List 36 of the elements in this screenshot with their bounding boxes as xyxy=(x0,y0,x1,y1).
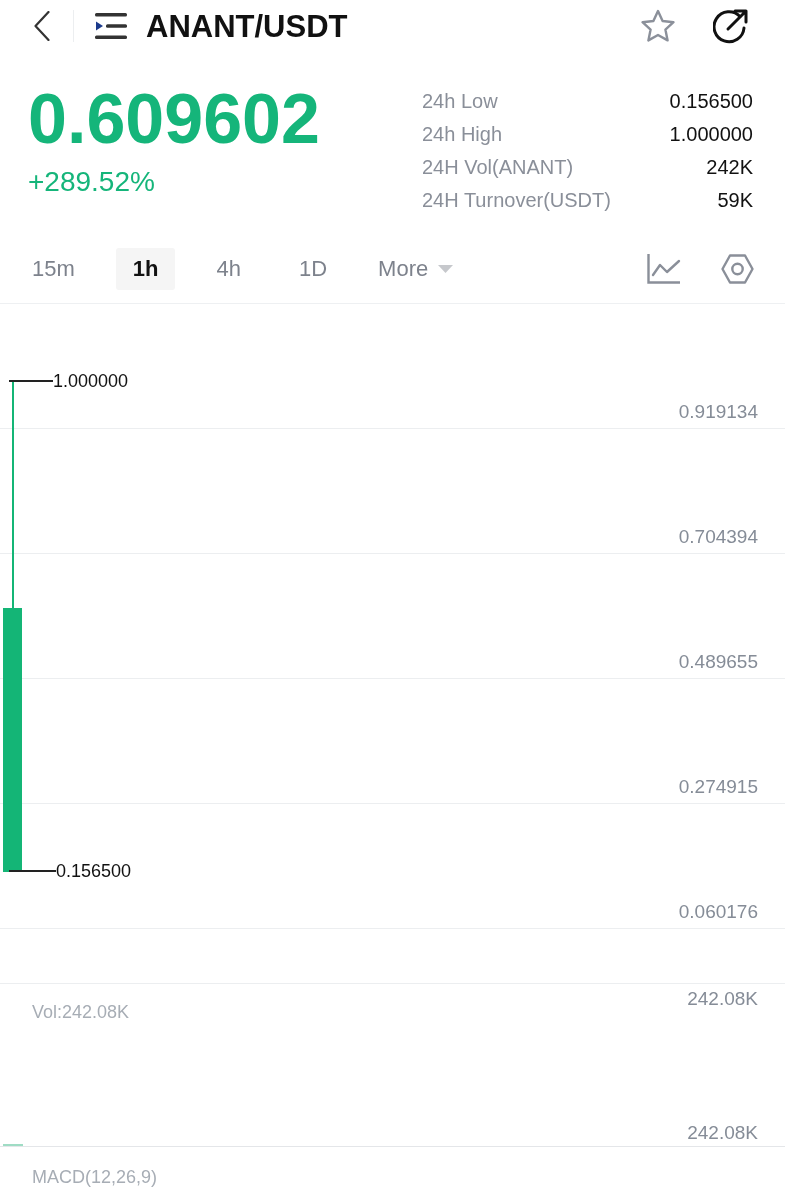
stat-label: 24h High xyxy=(422,123,503,144)
price-change: +289.52% xyxy=(28,168,156,196)
share-icon[interactable] xyxy=(713,8,749,44)
leader-line xyxy=(9,380,53,382)
low-price-label: 0.156500 xyxy=(56,862,132,880)
volume-label: Vol:242.08K xyxy=(32,1003,130,1021)
price-axis-label: 0.919134 xyxy=(678,402,758,421)
stat-value: 59K xyxy=(717,189,753,210)
timeframe-tab[interactable]: 4h xyxy=(199,248,258,290)
price-axis-label: 0.274915 xyxy=(678,777,758,796)
settings-icon[interactable] xyxy=(721,254,754,284)
high-price-label: 1.000000 xyxy=(53,372,129,390)
price-axis-label: 0.060176 xyxy=(678,902,758,921)
chevron-left-icon xyxy=(34,11,50,41)
line-chart-icon[interactable] xyxy=(647,254,681,284)
timeframe-tab[interactable]: 15m xyxy=(15,248,92,290)
timeframe-tab[interactable]: 1h xyxy=(115,248,176,290)
stat-label: 24h Low xyxy=(422,90,498,111)
stat-value: 0.156500 xyxy=(669,90,753,111)
caret-down-icon xyxy=(438,265,454,273)
price-axis-label: 0.704394 xyxy=(678,527,758,546)
stat-label: 24H Vol(ANANT) xyxy=(422,156,574,177)
stat-label: 24H Turnover(USDT) xyxy=(422,189,611,210)
star-icon[interactable] xyxy=(640,9,676,43)
timeframe-tab[interactable]: 1D xyxy=(281,248,345,290)
stat-value: 242K xyxy=(706,156,753,177)
last-price: 0.609602 xyxy=(28,84,320,154)
macd-label: MACD(12,26,9) xyxy=(32,1167,158,1187)
volume-axis-label: 242.08K xyxy=(687,1123,758,1142)
pair-title: ANANT/USDT xyxy=(146,10,348,42)
volume-axis-label: 242.08K xyxy=(687,989,758,1008)
more-dropdown[interactable]: More xyxy=(368,248,464,290)
leader-line xyxy=(9,870,56,872)
stat-value: 1.000000 xyxy=(669,123,753,144)
menu-icon[interactable] xyxy=(95,13,127,39)
price-axis-label: 0.489655 xyxy=(678,652,758,671)
